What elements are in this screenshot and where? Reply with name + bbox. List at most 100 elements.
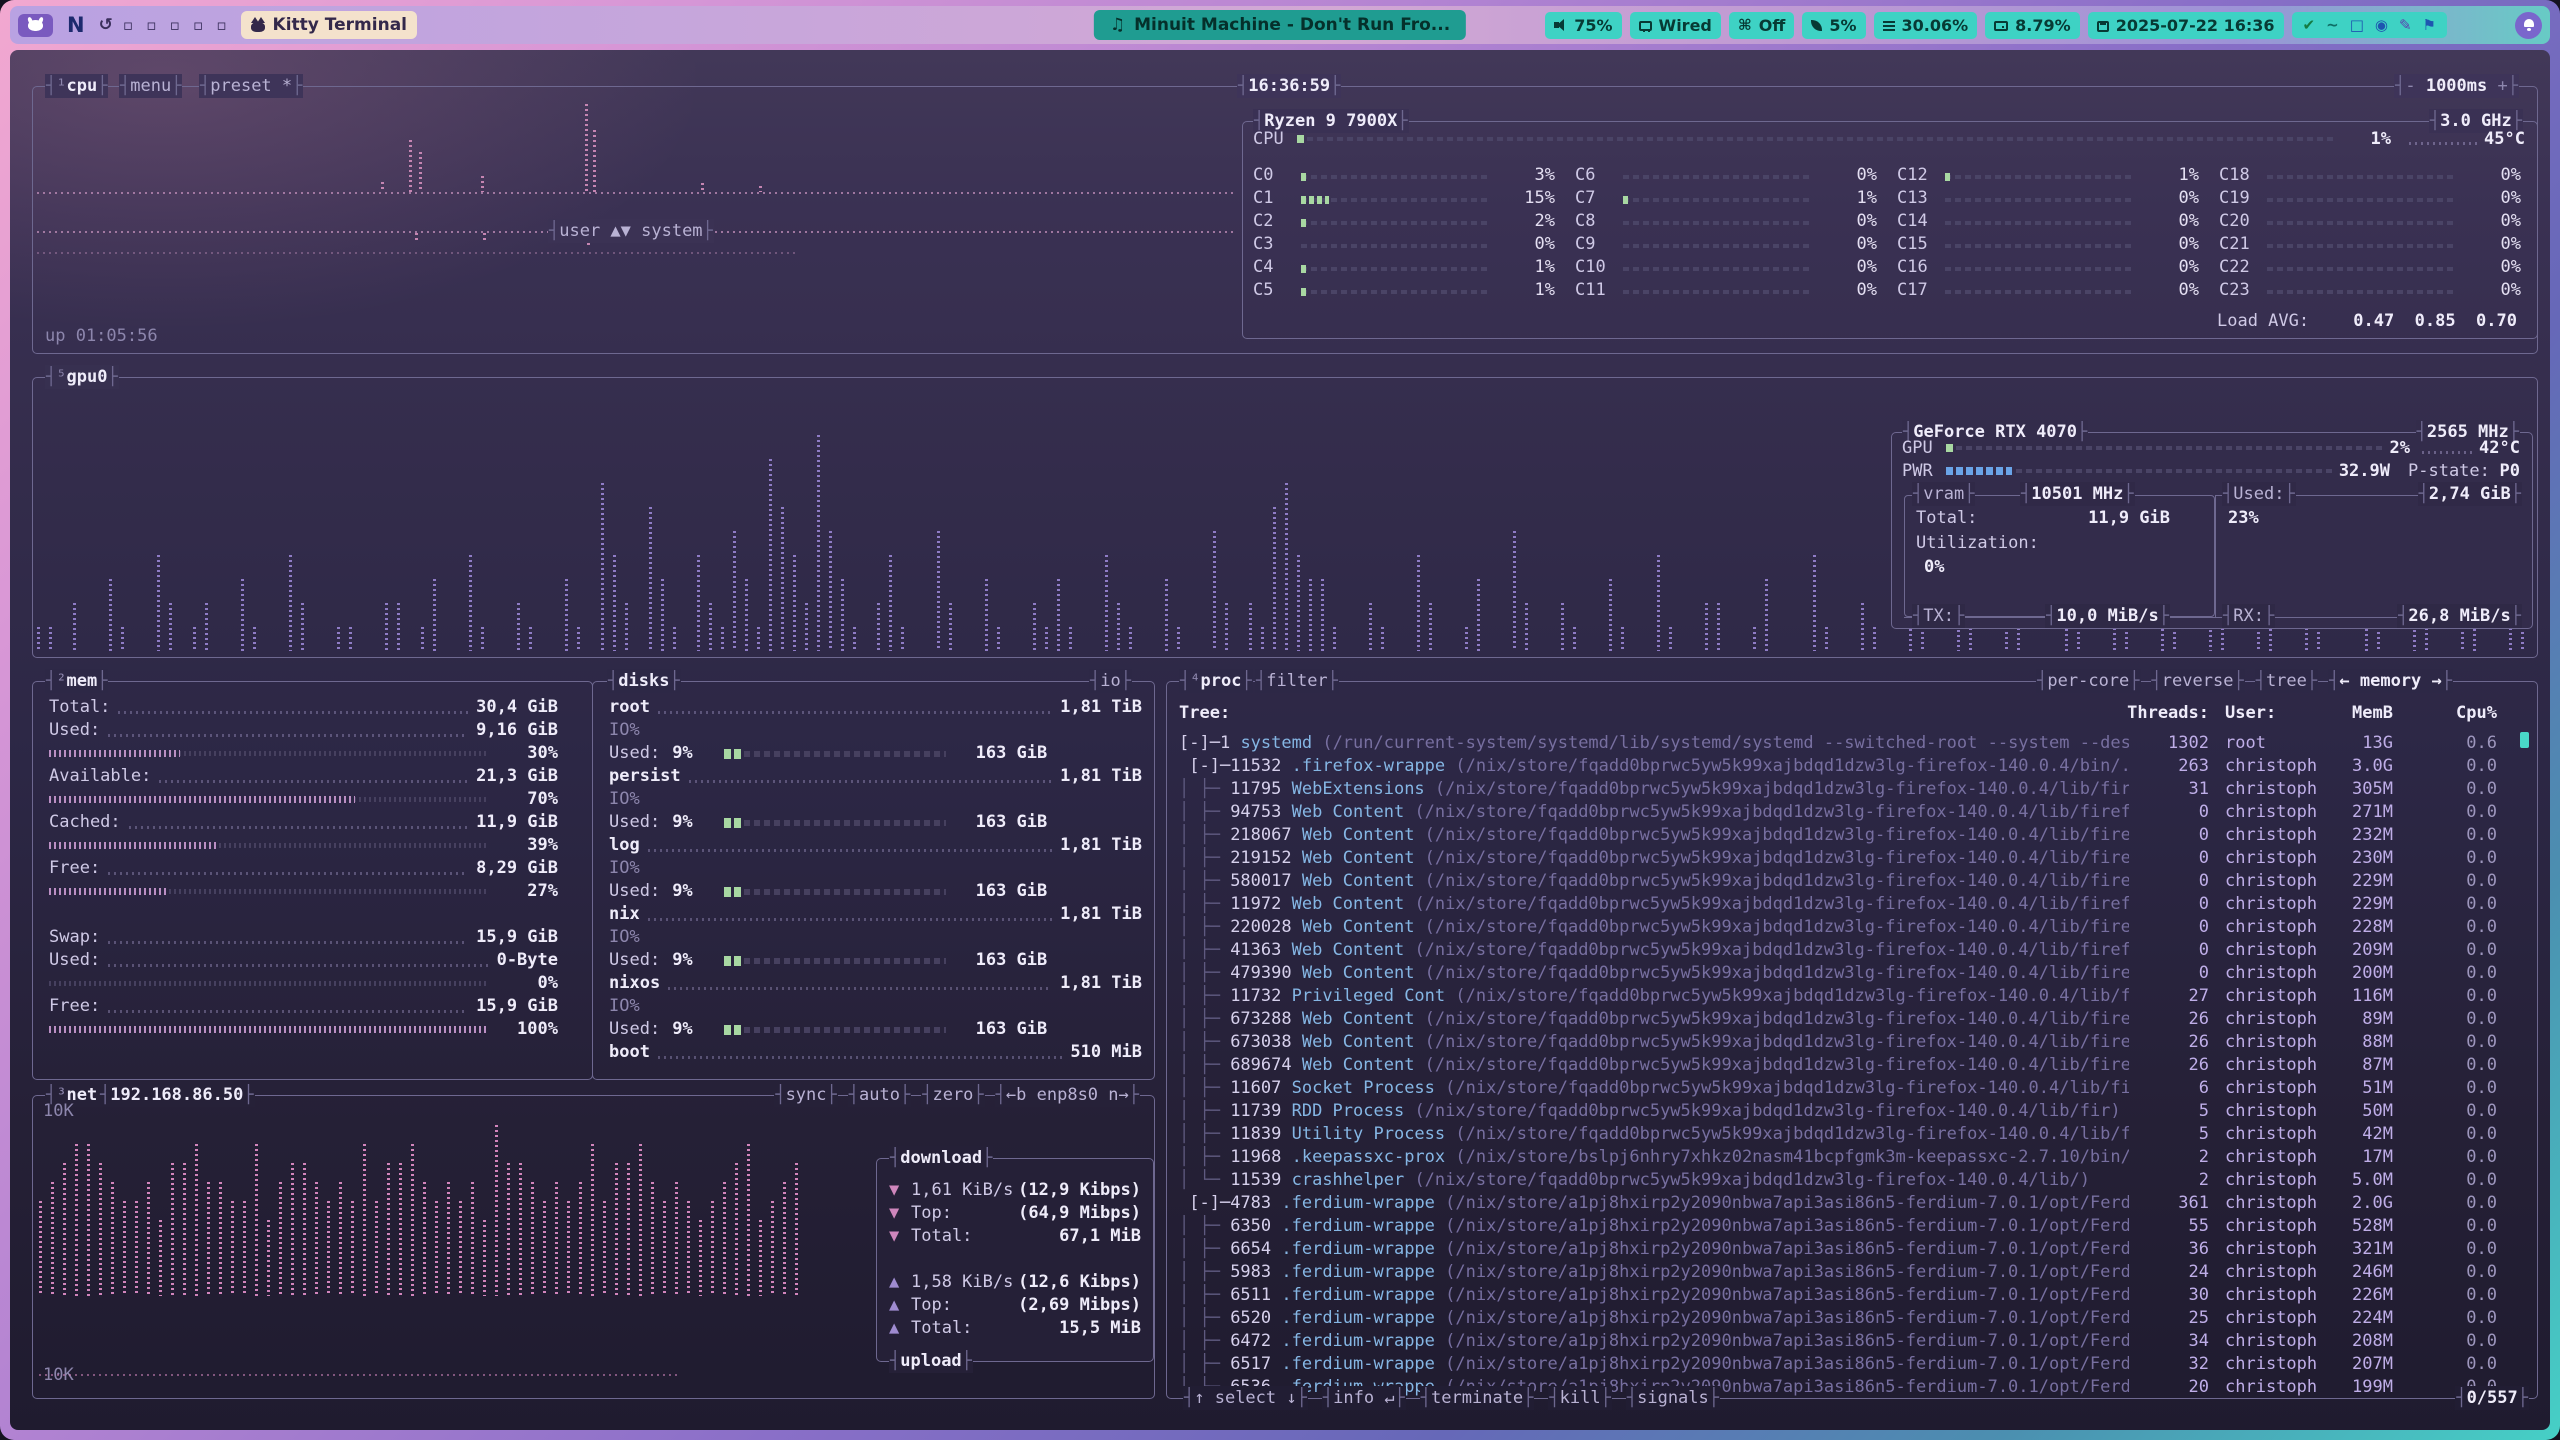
net-sync-button[interactable]: sync: [774, 1083, 837, 1107]
keys-off-button[interactable]: ⌘Off: [1729, 12, 1794, 39]
process-row[interactable]: [-]─11532 .firefox-wrappe (/nix/store/fq…: [1179, 755, 2529, 778]
process-name: Web Content: [1292, 802, 1415, 822]
tree-header[interactable]: Tree:: [1179, 702, 1230, 725]
process-row[interactable]: │ ├─ 11968 .keepassxc-prox (/nix/store/b…: [1179, 1146, 2529, 1169]
disk-usage-button[interactable]: 8.79%: [1985, 12, 2080, 39]
process-row[interactable]: │ ├─ 218067 Web Content (/nix/store/fqad…: [1179, 824, 2529, 847]
process-row[interactable]: │ ├─ 479390 Web Content (/nix/store/fqad…: [1179, 962, 2529, 985]
kill-button[interactable]: kill: [1548, 1386, 1611, 1410]
memory-row: Swap:15,9 GiB: [49, 926, 558, 949]
process-row[interactable]: │ ├─ 6511 .ferdium-wrappe (/nix/store/a1…: [1179, 1284, 2529, 1307]
process-name: Web Content: [1302, 963, 1425, 983]
process-row[interactable]: │ ├─ 11839 Utility Process (/nix/store/f…: [1179, 1123, 2529, 1146]
nixos-icon[interactable]: N: [63, 13, 89, 37]
process-row[interactable]: │ ├─ 5983 .ferdium-wrappe (/nix/store/a1…: [1179, 1261, 2529, 1284]
process-row[interactable]: │ ├─ 94753 Web Content (/nix/store/fqadd…: [1179, 801, 2529, 824]
workspace-squares[interactable]: ▫ ▫ ▫ ▫ ▫: [123, 16, 231, 34]
process-threads: 0: [2129, 962, 2209, 985]
gpu-power-meter: [1946, 462, 2332, 476]
memory-usage-button[interactable]: 30.06%: [1874, 12, 1978, 39]
cpu-graph-legend[interactable]: user ▲▼ system: [548, 219, 714, 243]
memory-header[interactable]: MemB: [2329, 702, 2393, 725]
select-button[interactable]: ↑ select ↓: [1183, 1386, 1308, 1410]
process-name: Web Content: [1302, 1055, 1425, 1075]
process-row[interactable]: │ ├─ 673288 Web Content (/nix/store/fqad…: [1179, 1008, 2529, 1031]
info-button[interactable]: info ↵: [1322, 1386, 1406, 1410]
process-row[interactable]: │ ├─ 11739 RDD Process (/nix/store/fqadd…: [1179, 1100, 2529, 1123]
process-row[interactable]: [-]─1 systemd (/run/current-system/syste…: [1179, 732, 2529, 755]
window-button-kitty[interactable]: Kitty Terminal: [241, 11, 417, 39]
net-stat-row: ▼1,61 KiB/s(12,9 Kibps): [889, 1179, 1141, 1202]
music-player-button[interactable]: ♫ Minuit Machine - Don't Run Fro...: [1094, 10, 1466, 40]
toggle-reverse[interactable]: reverse: [2151, 669, 2245, 693]
net-zero-button[interactable]: zero: [921, 1083, 984, 1107]
process-pid: 11732: [1230, 986, 1291, 1006]
network-wired-button[interactable]: Wired: [1630, 12, 1721, 39]
net-stat-row: ▲1,58 KiB/s(12,6 Kibps): [889, 1271, 1141, 1294]
process-command: (/nix/store/fqadd0bprwc5yw5k99xajbdqd1dz…: [1425, 917, 2129, 937]
process-row[interactable]: [-]─4783 .ferdium-wrappe (/nix/store/a1p…: [1179, 1192, 2529, 1215]
process-row[interactable]: │ ├─ 580017 Web Content (/nix/store/fqad…: [1179, 870, 2529, 893]
process-memory: 271M: [2329, 801, 2393, 824]
core-C17: C170%: [1897, 279, 2199, 302]
notification-bell[interactable]: [2515, 12, 2542, 39]
process-name: .ferdium-wrappe: [1281, 1216, 1445, 1236]
process-row[interactable]: │ ├─ 11795 WebExtensions (/nix/store/fqa…: [1179, 778, 2529, 801]
process-pid: 11739: [1230, 1101, 1291, 1121]
process-row[interactable]: │ ├─ 6350 .ferdium-wrappe (/nix/store/a1…: [1179, 1215, 2529, 1238]
process-memory: 209M: [2329, 939, 2393, 962]
update-interval-control[interactable]: - 1000ms +: [2394, 74, 2519, 98]
process-row[interactable]: │ ├─ 41363 Web Content (/nix/store/fqadd…: [1179, 939, 2529, 962]
datetime-button[interactable]: 2025-07-22 16:36: [2088, 12, 2284, 39]
process-row[interactable]: │ ├─ 6654 .ferdium-wrappe (/nix/store/a1…: [1179, 1238, 2529, 1261]
process-command: (/nix/store/fqadd0bprwc5yw5k99xajbdqd1dz…: [1455, 986, 2129, 1006]
square-icon: □: [2348, 16, 2366, 34]
disk-used-bar: [724, 751, 945, 757]
net-interface-switch[interactable]: ←b enp8s0 n→: [995, 1083, 1140, 1107]
volume-button[interactable]: 75%: [1545, 12, 1621, 39]
cpu-header[interactable]: Cpu%: [2411, 702, 2497, 725]
process-pid: 6520: [1230, 1308, 1281, 1328]
filter-button[interactable]: filter: [1255, 669, 1339, 693]
core-C14: C140%: [1897, 210, 2199, 233]
process-name: Socket Process: [1292, 1078, 1446, 1098]
core-C4: C41%: [1253, 256, 1555, 279]
process-row[interactable]: │ ├─ 11972 Web Content (/nix/store/fqadd…: [1179, 893, 2529, 916]
process-row[interactable]: │ ├─ 6472 .ferdium-wrappe (/nix/store/a1…: [1179, 1330, 2529, 1353]
launcher-button[interactable]: [18, 14, 53, 37]
process-user: christoph: [2225, 893, 2317, 916]
process-row[interactable]: │ ├─ 219152 Web Content (/nix/store/fqad…: [1179, 847, 2529, 870]
process-row[interactable]: │ ├─ 673038 Web Content (/nix/store/fqad…: [1179, 1031, 2529, 1054]
refresh-icon[interactable]: ↺: [99, 15, 113, 35]
sort-column-selector[interactable]: ← memory →: [2328, 669, 2453, 693]
process-row[interactable]: │ └─ 11539 crashhelper (/nix/store/fqadd…: [1179, 1169, 2529, 1192]
core-C11: C110%: [1575, 279, 1877, 302]
process-row[interactable]: │ ├─ 220028 Web Content (/nix/store/fqad…: [1179, 916, 2529, 939]
process-memory: 51M: [2329, 1077, 2393, 1100]
process-row[interactable]: │ ├─ 11732 Privileged Cont (/nix/store/f…: [1179, 985, 2529, 1008]
signals-button[interactable]: signals: [1626, 1386, 1720, 1410]
pencil-icon: ✎: [2397, 16, 2414, 34]
cpu-usage-button[interactable]: 5%: [1802, 12, 1865, 39]
disk-io-row: IO%: [609, 926, 1142, 949]
process-row[interactable]: │ ├─ 6517 .ferdium-wrappe (/nix/store/a1…: [1179, 1353, 2529, 1376]
net-auto-button[interactable]: auto: [848, 1083, 911, 1107]
process-command: (/nix/store/a1pj8hxirp2y2090nbwa7api3asi…: [1445, 1308, 2129, 1328]
process-threads: 6: [2129, 1077, 2209, 1100]
process-command: (/nix/store/fqadd0bprwc5yw5k99xajbdqd1dz…: [1425, 825, 2129, 845]
disks-io-toggle[interactable]: io: [1089, 669, 1132, 693]
process-pid: 220028: [1230, 917, 1302, 937]
gpu-panel-title: ⁵gpu0: [45, 365, 119, 389]
process-row[interactable]: │ ├─ 6520 .ferdium-wrappe (/nix/store/a1…: [1179, 1307, 2529, 1330]
toggle-tree[interactable]: tree: [2255, 669, 2318, 693]
process-row[interactable]: │ ├─ 11607 Socket Process (/nix/store/fq…: [1179, 1077, 2529, 1100]
user-header[interactable]: User:: [2225, 702, 2276, 725]
terminate-button[interactable]: terminate: [1420, 1386, 1535, 1410]
disk-used-bar: [724, 958, 945, 964]
threads-header[interactable]: Threads:: [2059, 702, 2209, 725]
process-threads: 361: [2129, 1192, 2209, 1215]
process-row[interactable]: │ ├─ 689674 Web Content (/nix/store/fqad…: [1179, 1054, 2529, 1077]
process-cpu: 0.0: [2423, 939, 2497, 962]
toggle-per-core[interactable]: per-core: [2036, 669, 2140, 693]
tray-icons[interactable]: ✔~□◉✎⚑: [2292, 12, 2447, 38]
